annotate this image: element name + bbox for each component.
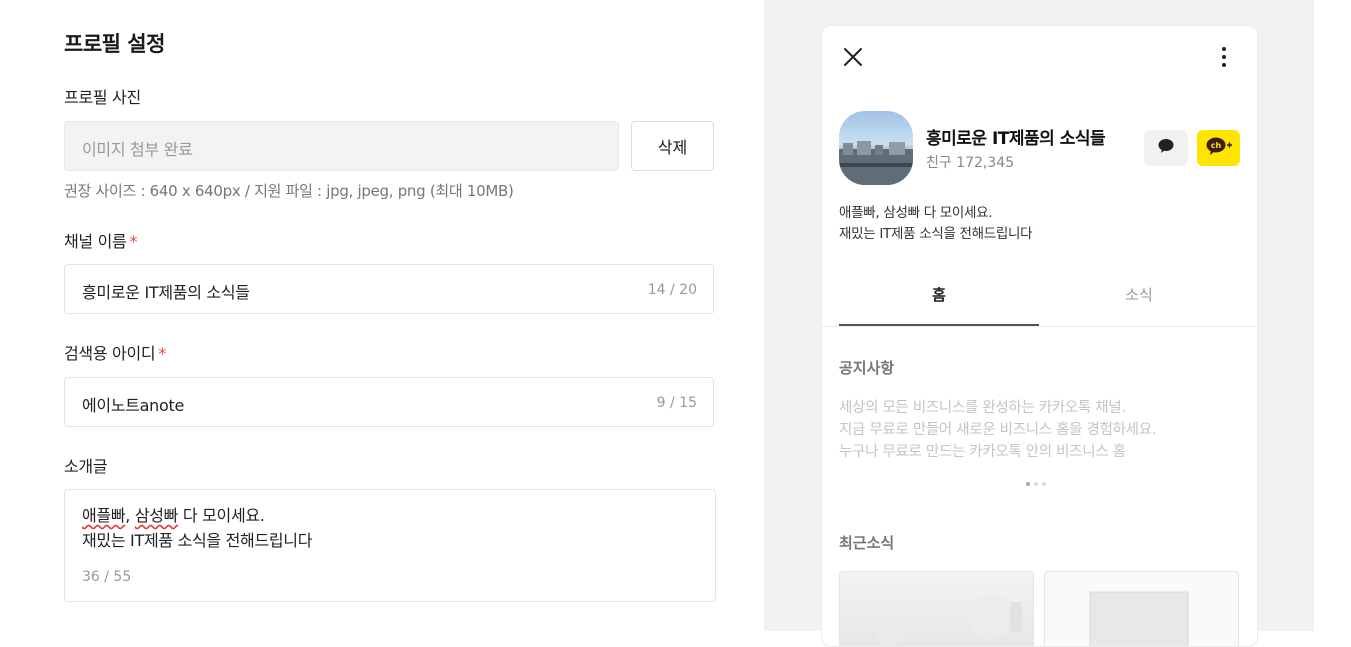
preview-tabs: 홈 소식 — [822, 276, 1257, 327]
carousel-dot[interactable] — [1034, 482, 1038, 486]
search-id-label-text: 검색용 아이디 — [64, 344, 156, 363]
recent-news-title: 최근소식 — [839, 534, 895, 552]
notice-text: 세상의 모든 비즈니스를 완성하는 카카오톡 채널. 지금 무료로 만들어 새로… — [839, 397, 1156, 463]
notice-title: 공지사항 — [839, 359, 895, 377]
notice-line: 지금 무료로 만들어 새로운 비즈니스 홈을 경험하세요. — [839, 422, 1157, 438]
channel-add-icon: ch — [1205, 136, 1233, 160]
preview-description: 애플빠, 삼성빠 다 모이세요. 재밌는 IT제품 소식을 전해드립니다 — [839, 203, 1033, 245]
intro-textarea[interactable]: 애플빠, 삼성빠 다 모이세요. 재밌는 IT제품 소식을 전해드립니다 36 … — [64, 489, 716, 602]
intro-line-1: 애플빠, 삼성빠 다 모이세요. — [82, 503, 312, 528]
channel-avatar — [839, 111, 913, 185]
notice-line: 누구나 무료로 만드는 카카오톡 안의 비즈니스 홈 — [839, 444, 1126, 460]
news-card[interactable] — [1044, 571, 1239, 646]
close-icon[interactable] — [840, 44, 866, 70]
delete-photo-button[interactable]: 삭제 — [631, 121, 714, 171]
channel-name-value: 흥미로운 IT제품의 소식들 — [82, 283, 250, 302]
intro-line-1-rest: 다 모이세요. — [178, 506, 265, 525]
channel-name-label-text: 채널 이름 — [64, 232, 127, 251]
channel-name-counter: 14 / 20 — [647, 282, 697, 298]
add-channel-button[interactable]: ch — [1197, 130, 1240, 166]
tab-news[interactable]: 소식 — [1039, 276, 1239, 326]
channel-name-label: 채널 이름 * — [64, 228, 137, 252]
search-id-input[interactable]: 에이노트anote 9 / 15 — [64, 377, 714, 427]
intro-word-2: 삼성빠 — [134, 506, 179, 525]
page-title: 프로필 설정 — [64, 32, 165, 56]
intro-word-1: 애플빠 — [82, 506, 126, 525]
notice-line: 세상의 모든 비즈니스를 완성하는 카카오톡 채널. — [839, 400, 1126, 416]
intro-separator: , — [125, 506, 135, 525]
preview-description-line-1: 애플빠, 삼성빠 다 모이세요. — [839, 205, 993, 221]
carousel-dot[interactable] — [1026, 482, 1030, 486]
preview-channel-name: 흥미로운 IT제품의 소식들 — [926, 129, 1106, 149]
search-id-label: 검색용 아이디 * — [64, 340, 166, 364]
required-mark: * — [158, 344, 167, 363]
search-id-value: 에이노트anote — [82, 396, 185, 415]
preview-description-line-2: 재밌는 IT제품 소식을 전해드립니다 — [839, 226, 1033, 242]
intro-counter: 36 / 55 — [82, 569, 132, 585]
tab-home[interactable]: 홈 — [839, 276, 1039, 326]
intro-label: 소개글 — [64, 453, 108, 477]
profile-photo-label: 프로필 사진 — [64, 84, 141, 108]
intro-line-2: 재밌는 IT제품 소식을 전해드립니다 — [82, 531, 313, 550]
news-card[interactable] — [839, 571, 1034, 646]
carousel-dot[interactable] — [1042, 482, 1046, 486]
photo-hint: 권장 사이즈 : 640 x 640px / 지원 파일 : jpg, jpeg… — [64, 182, 514, 200]
channel-name-input[interactable]: 흥미로운 IT제품의 소식들 14 / 20 — [64, 264, 714, 314]
preview-friends-count: 친구 172,345 — [926, 155, 1015, 171]
chat-button[interactable] — [1144, 130, 1188, 166]
profile-photo-status: 이미지 첨부 완료 — [82, 140, 193, 159]
more-vertical-icon[interactable] — [1214, 44, 1234, 70]
intro-label-text: 소개글 — [64, 457, 108, 476]
carousel-dots — [1026, 482, 1046, 486]
search-id-counter: 9 / 15 — [656, 395, 697, 411]
svg-text:ch: ch — [1210, 141, 1221, 150]
required-mark: * — [129, 232, 138, 251]
profile-photo-field[interactable]: 이미지 첨부 완료 — [64, 121, 619, 171]
profile-photo-label-text: 프로필 사진 — [64, 88, 141, 107]
chat-bubble-icon — [1157, 138, 1175, 158]
preview-phone: 흥미로운 IT제품의 소식들 친구 172,345 ch 애플빠, 삼성빠 다 … — [821, 25, 1258, 647]
